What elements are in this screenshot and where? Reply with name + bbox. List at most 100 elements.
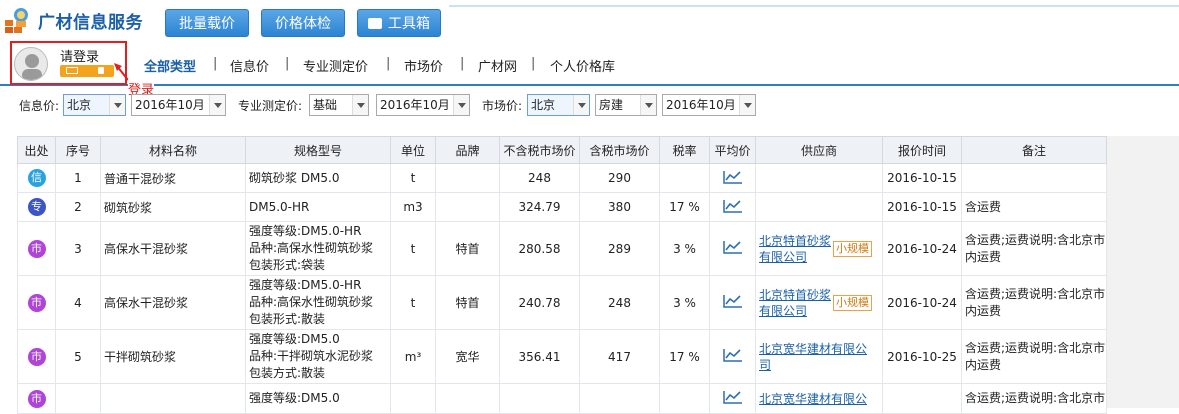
price-ex-tax-cell: 324.79: [499, 192, 580, 222]
tax-rate-cell: 17 %: [659, 192, 710, 222]
toolbox-icon: [368, 17, 382, 29]
supplier-link[interactable]: 北京宽华建材有限公司: [759, 341, 867, 373]
unit-cell: t: [390, 221, 436, 276]
spec-cell: 强度等级:DM5.0: [245, 383, 391, 414]
login-highlight-box: [10, 41, 127, 85]
price-ex-tax-cell: 356.41: [499, 329, 580, 384]
avg-price-cell[interactable]: [709, 163, 756, 193]
top-bar: 广材信息服务 批量载价 价格体检 工具箱: [0, 0, 1179, 40]
tab-info-price[interactable]: 信息价: [230, 56, 269, 75]
trend-chart-icon[interactable]: [722, 294, 743, 308]
tax-rate-cell: 3 %: [659, 275, 710, 330]
tab-gcw[interactable]: 广材网: [478, 56, 517, 75]
avg-price-cell[interactable]: [709, 383, 756, 414]
unit-cell: t: [390, 163, 436, 193]
info-city-select[interactable]: 北京: [63, 94, 126, 116]
remark-cell: [961, 163, 1107, 193]
table-row[interactable]: 信 1 普通干混砂浆 砌筑砂浆 DM5.0 t 248 290 2016-10-15: [17, 163, 1107, 193]
pro-month-value: 2016年10月: [380, 98, 450, 112]
tab-separator: |: [460, 56, 465, 71]
tab-separator: |: [386, 56, 391, 71]
col-remark-header: 备注: [961, 136, 1107, 164]
brand-cell: [435, 192, 500, 222]
table-row[interactable]: 市 强度等级:DM5.0 北京宽华建材有限公 含运费;运费说明:含北京市: [17, 383, 1107, 414]
price-inc-tax-cell: 380: [579, 192, 660, 222]
quote-date-cell: 2016-10-25: [882, 329, 962, 384]
supplier-link[interactable]: 北京特首砂浆 有限公司: [759, 233, 831, 265]
col-avg-price-header: 平均价: [709, 136, 756, 164]
unit-cell: m³: [390, 329, 436, 384]
col-supplier-header: 供应商: [755, 136, 883, 164]
col-index-header: 序号: [55, 136, 101, 164]
index-cell: 5: [55, 329, 101, 384]
table-body: 信 1 普通干混砂浆 砌筑砂浆 DM5.0 t 248 290 2016-10-15 专 2 砌筑砂…: [17, 163, 1107, 414]
market-price-label: 市场价:: [482, 99, 523, 113]
supplier-cell: [755, 192, 883, 222]
chevron-down-icon: [453, 95, 469, 115]
market-city-value: 北京: [531, 98, 556, 112]
info-month-value: 2016年10月: [135, 98, 205, 112]
avg-price-cell[interactable]: [709, 221, 756, 276]
pro-type-select[interactable]: 基础: [309, 94, 369, 116]
tax-rate-cell: [659, 163, 710, 193]
material-name-cell: 干拌砌筑砂浆: [100, 329, 246, 384]
price-ex-tax-cell: [499, 383, 580, 414]
chevron-down-icon: [109, 95, 125, 115]
avg-price-cell[interactable]: [709, 275, 756, 330]
chevron-down-icon: [209, 95, 225, 115]
bulk-price-button[interactable]: 批量载价: [165, 9, 249, 37]
chevron-down-icon: [352, 95, 368, 115]
tab-separator: |: [213, 56, 218, 71]
trend-chart-icon[interactable]: [722, 240, 743, 254]
trend-chart-icon[interactable]: [722, 170, 743, 184]
toolbox-button[interactable]: 工具箱: [357, 9, 441, 37]
small-scale-badge: 小规模: [833, 294, 873, 311]
table-row[interactable]: 市 3 高保水干混砂浆 强度等级:DM5.0-HR 品种:高保水性砌筑砂浆 包装形式:袋装…: [17, 221, 1107, 276]
pro-month-select[interactable]: 2016年10月: [376, 94, 470, 116]
market-month-select[interactable]: 2016年10月: [662, 94, 756, 116]
source-badge: 市: [27, 239, 46, 258]
price-check-button[interactable]: 价格体检: [261, 9, 345, 37]
unit-cell: [390, 383, 436, 414]
market-type-value: 房建: [599, 98, 624, 112]
index-cell: 3: [55, 221, 101, 276]
avg-price-cell[interactable]: [709, 329, 756, 384]
index-cell: 1: [55, 163, 101, 193]
avg-price-cell[interactable]: [709, 192, 756, 222]
supplier-cell[interactable]: 北京宽华建材有限公: [755, 383, 883, 414]
supplier-cell[interactable]: 北京宽华建材有限公司: [755, 329, 883, 384]
header-divider: [449, 5, 1179, 7]
remark-cell: 含运费: [961, 192, 1107, 222]
price-ex-tax-cell: 280.58: [499, 221, 580, 276]
table-row[interactable]: 市 4 高保水干混砂浆 强度等级:DM5.0-HR 品种:高保水性砌筑砂浆 包装形式:散装…: [17, 275, 1107, 330]
market-type-select[interactable]: 房建: [595, 94, 657, 116]
brand-cell: [435, 163, 500, 193]
col-brand-header: 品牌: [435, 136, 500, 164]
chevron-down-icon: [739, 95, 755, 115]
table-row[interactable]: 专 2 砌筑砂浆 DM5.0-HR m3 324.79 380 17 % 2016-10-15 含…: [17, 192, 1107, 222]
unit-cell: t: [390, 275, 436, 330]
supplier-link[interactable]: 北京宽华建材有限公: [759, 391, 867, 407]
col-material-name-header: 材料名称: [100, 136, 246, 164]
info-month-select[interactable]: 2016年10月: [131, 94, 226, 116]
tab-all-types[interactable]: 全部类型: [144, 56, 196, 75]
supplier-link[interactable]: 北京特首砂浆 有限公司: [759, 287, 831, 319]
tab-separator: |: [531, 56, 536, 71]
price-inc-tax-cell: 289: [579, 221, 660, 276]
table-row[interactable]: 市 5 干拌砌筑砂浆 强度等级:DM5.0 品种:干拌砌筑水泥砂浆 包装方式:散装 m³ 宽华…: [17, 329, 1107, 384]
tab-market-price[interactable]: 市场价: [404, 56, 443, 75]
pro-price-label: 专业测定价:: [238, 99, 303, 113]
tab-personal-library[interactable]: 个人价格库: [550, 56, 615, 75]
source-badge: 市: [27, 293, 46, 312]
col-price-inc-tax-header: 含税市场价: [579, 136, 660, 164]
supplier-cell[interactable]: 北京特首砂浆 有限公司 小规模: [755, 221, 883, 276]
spec-cell: 强度等级:DM5.0-HR 品种:高保水性砌筑砂浆 包装形式:袋装: [245, 221, 391, 276]
supplier-cell[interactable]: 北京特首砂浆 有限公司 小规模: [755, 275, 883, 330]
market-city-select[interactable]: 北京: [527, 94, 590, 116]
trend-chart-icon[interactable]: [722, 390, 743, 404]
source-badge: 专: [27, 198, 46, 216]
trend-chart-icon[interactable]: [722, 348, 743, 362]
source-badge: 市: [27, 389, 46, 408]
trend-chart-icon[interactable]: [722, 199, 743, 213]
tab-professional-price[interactable]: 专业测定价: [303, 56, 368, 75]
